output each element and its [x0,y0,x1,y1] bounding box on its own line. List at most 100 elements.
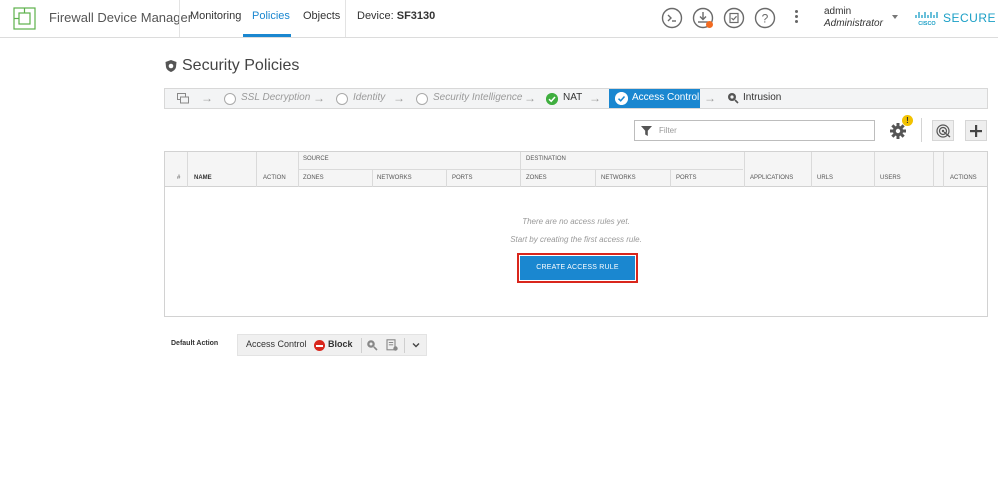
brand-secure-text: SECURE [943,11,997,25]
policy-steps-bar: → SSL Decryption → Identity → Security I… [164,88,988,109]
empty-state-hint: Start by creating the first access rule. [510,235,642,244]
step-status-icon [224,93,236,105]
step-label: Access Control [632,92,700,103]
arrow-right-icon: → [704,91,716,105]
default-action-label: Default Action [171,340,219,347]
divider [187,152,188,187]
default-action-policy: Access Control [246,339,307,349]
filter-field[interactable] [634,120,875,141]
column-header-destination-ports: PORTS [676,175,697,181]
task-list-icon[interactable] [723,7,745,29]
security-policies-icon [165,60,177,72]
top-navigation-bar: Firewall Device Manager Monitoring Polic… [0,0,998,38]
more-options-icon[interactable] [792,8,800,28]
divider [404,338,405,353]
logging-icon[interactable] [386,339,398,351]
arrow-right-icon: → [313,91,325,105]
step-status-icon [416,93,428,105]
cisco-logo-icon: CISCO [915,12,938,27]
create-access-rule-button[interactable]: CREATE ACCESS RULE [520,256,635,280]
divider [811,152,812,187]
divider [921,118,922,142]
help-icon[interactable]: ? [754,7,776,29]
hit-count-icon [936,124,951,138]
user-name: admin [824,6,852,17]
tab-policies[interactable]: Policies [252,10,290,22]
svg-text:CISCO: CISCO [918,21,936,27]
step-nat[interactable]: NAT [563,92,582,103]
column-header-source-ports: PORTS [452,175,473,181]
hit-count-button[interactable] [932,120,954,141]
add-rule-button[interactable] [965,120,987,141]
warning-badge: ! [902,115,913,126]
divider [943,152,944,187]
device-prefix: Device: [357,10,394,22]
active-tab-indicator [243,34,291,37]
device-name: SF3130 [396,10,436,22]
column-group-destination: DESTINATION [526,156,566,162]
divider [595,169,596,187]
divider [361,338,362,353]
column-header-applications: APPLICATIONS [750,175,794,181]
default-action-value: Block [328,339,353,349]
check-circle-icon [546,93,558,105]
column-header-number: # [177,175,181,181]
table-header: SOURCE DESTINATION # NAME ACTION ZONES N… [165,152,987,187]
user-menu[interactable]: admin Administrator [824,6,883,30]
app-title: Firewall Device Manager [49,10,193,25]
divider [744,152,745,187]
divider [933,152,934,187]
default-action-box[interactable]: Access Control Block [237,334,427,356]
arrow-right-icon: → [589,91,601,105]
tab-monitoring[interactable]: Monitoring [190,10,241,22]
column-header-name[interactable]: NAME [194,175,212,181]
divider [179,0,180,37]
arrow-right-icon: → [393,91,405,105]
intrusion-policy-icon[interactable] [366,339,378,351]
divider [372,169,373,187]
column-header-urls: URLS [817,175,834,181]
step-access-control[interactable]: Access Control [609,89,700,108]
divider [520,152,521,187]
empty-state-message: There are no access rules yet. [522,217,630,226]
divider [874,152,875,187]
page-title: Security Policies [182,57,300,74]
column-header-action: ACTION [263,175,286,181]
divider [670,169,671,187]
column-header-destination-zones: ZONES [526,175,547,181]
deploy-icon[interactable] [692,7,714,29]
tab-objects[interactable]: Objects [303,10,340,22]
divider [256,152,257,187]
divider [298,152,299,187]
divider [446,169,447,187]
chevron-down-icon[interactable] [892,15,898,19]
column-header-destination-networks: NETWORKS [601,175,636,181]
arrow-right-icon: → [524,91,536,105]
step-security-intelligence[interactable]: Security Intelligence [433,92,523,103]
step-identity[interactable]: Identity [353,92,385,103]
divider [345,0,346,37]
column-header-actions: ACTIONS [950,175,977,181]
column-header-source-zones: ZONES [303,175,324,181]
column-header-users: USERS [880,175,901,181]
arrow-right-icon: → [201,91,213,105]
plus-icon [970,125,982,137]
svg-text:?: ? [762,12,769,26]
step-ssl-decryption[interactable]: SSL Decryption [241,92,310,103]
step-intrusion[interactable]: Intrusion [743,92,781,103]
column-header-source-networks: NETWORKS [377,175,412,181]
user-role: Administrator [824,18,883,29]
fdm-logo-icon [13,7,36,30]
cli-console-icon[interactable] [661,7,683,29]
block-icon [314,340,325,351]
filter-input[interactable] [659,123,869,138]
policy-overview-icon[interactable] [177,93,189,104]
check-circle-icon [615,92,628,105]
step-status-icon [336,93,348,105]
access-rules-table: SOURCE DESTINATION # NAME ACTION ZONES N… [164,151,988,317]
intrusion-icon [728,93,739,104]
filter-icon [641,126,652,136]
device-label[interactable]: Device: SF3130 [357,10,435,22]
column-group-source: SOURCE [303,156,329,162]
chevron-down-icon[interactable] [411,340,421,350]
